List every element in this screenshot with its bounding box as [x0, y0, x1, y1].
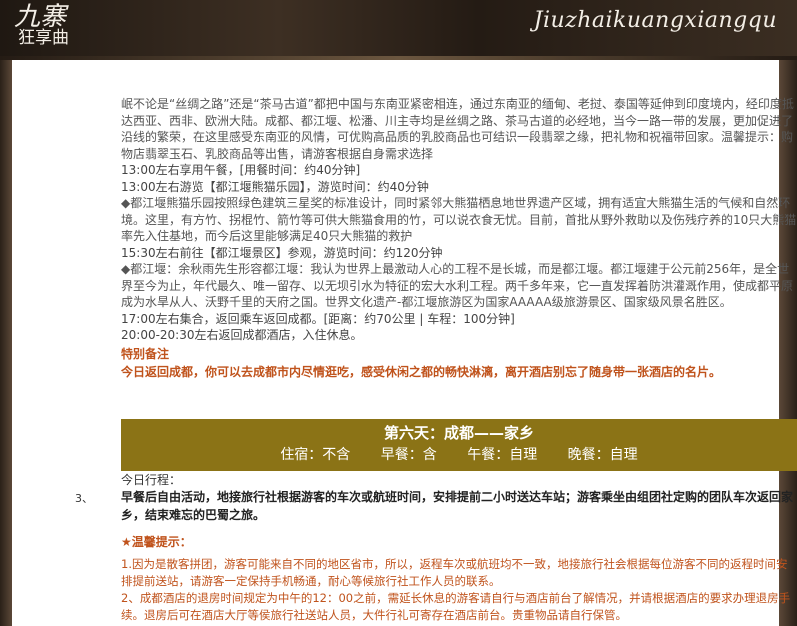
dujiangyan-description: ◆都江堰：余秋雨先生形容都江堰：我认为世界上最激动人心的工程不是长城，而是都江堰…: [121, 262, 794, 309]
intro-paragraph: 岷不论是“丝绸之路”还是“茶马古道”都把中国与东南亚紧密相连，通过东南亚的缅甸、…: [121, 97, 794, 161]
today-label: 今日行程：: [121, 473, 182, 487]
day6-meals: 住宿：不含 早餐：含 午餐：自理 晚餐：自理: [121, 444, 797, 466]
day6-dinner: 晚餐：自理: [567, 447, 638, 463]
brand-logo: 九寨 狂享曲: [14, 4, 69, 47]
item-number: 3、: [75, 492, 93, 505]
panda-description: ◆都江堰熊猫乐园按照绿色建筑三星奖的标准设计，同时紧邻大熊猫栖息地世界遗产区域，…: [121, 196, 797, 243]
day6-lodging: 住宿：不含: [280, 447, 351, 463]
notice-body: 今日返回成都，你可以去成都市内尽情逛吃，感受休闲之都的畅快淋漓，离开酒店别忘了随…: [121, 364, 722, 379]
day6-header-bar: 第六天：成都——家乡 住宿：不含 早餐：含 午餐：自理 晚餐：自理: [121, 419, 797, 471]
header-banner: 九寨 狂享曲 Jiuzhaikuangxiangqu: [0, 0, 797, 60]
logo-small-text: 狂享曲: [18, 28, 69, 48]
schedule-dujiangyan: 15:30左右前往【都江堰景区】参观，游览时间：约120分钟: [121, 245, 443, 260]
itinerary-page[interactable]: 岷不论是“丝绸之路”还是“茶马古道”都把中国与东南亚紧密相连，通过东南亚的缅甸、…: [0, 60, 797, 626]
tip-1: 1.因为是散客拼团，游客可能来自不同的地区省市，所以，返程车次或航班均不一致，地…: [121, 557, 788, 588]
day6-lunch: 午餐：自理: [467, 447, 538, 463]
schedule-lunch: 13:00左右享用午餐，[用餐时间：约40分钟]: [121, 163, 361, 177]
schedule-return: 17:00左右集合，返回乘车返回成都。[距离：约70公里 | 车程：100分钟]: [121, 311, 515, 326]
logo-script-text: Jiuzhaikuangxiangqu: [533, 8, 777, 33]
schedule-hotel: 20:00-20:30左右返回成都酒店，入住休息。: [121, 328, 363, 342]
notice-title: 特别备注: [121, 346, 170, 361]
day6-breakfast: 早餐：含: [380, 447, 437, 463]
day5-content: 岷不论是“丝绸之路”还是“茶马古道”都把中国与东南亚紧密相连，通过东南亚的缅甸、…: [121, 96, 797, 381]
tip-2: 2、成都酒店的退房时间规定为中午的12：00之前，需延长休息的游客请自行与酒店前…: [121, 591, 791, 622]
schedule-panda-visit: 13:00左右游览【都江堰熊猫乐园】，游览时间：约40分钟: [121, 179, 429, 194]
today-body: 早餐后自由活动，地接旅行社根据游客的车次或航班时间，安排提前二小时送达车站；游客…: [121, 490, 794, 522]
day6-title: 第六天：成都——家乡: [383, 424, 534, 442]
left-frame: [0, 60, 12, 626]
tips-title: ★温馨提示：: [121, 535, 192, 549]
day6-content: 今日行程： 早餐后自由活动，地接旅行社根据游客的车次或航班时间，安排提前二小时送…: [121, 471, 797, 624]
